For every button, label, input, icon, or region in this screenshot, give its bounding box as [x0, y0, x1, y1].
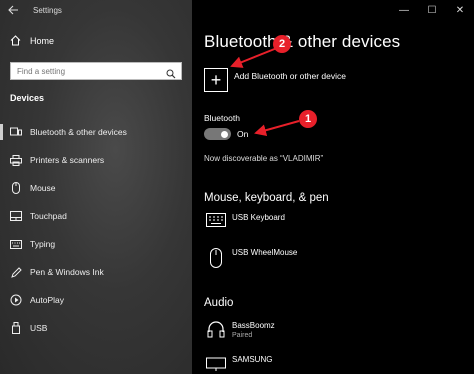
keyboard-icon [10, 238, 22, 250]
sidebar-item-label: AutoPlay [30, 295, 65, 305]
home-label: Home [30, 35, 55, 46]
device-item-mouse[interactable]: USB WheelMouse [204, 248, 297, 272]
sidebar-item-label: Mouse [30, 183, 56, 193]
device-item-keyboard[interactable]: USB Keyboard [204, 213, 285, 237]
window-controls: — ☐ ✕ [390, 0, 474, 20]
main-panel: — ☐ ✕ Bluetooth & other devices + Add Bl… [192, 0, 474, 374]
keyboard-icon [204, 213, 228, 237]
annotation-badge-1: 1 [299, 110, 317, 128]
sidebar-item-label: USB [30, 323, 48, 333]
sidebar-nav: Bluetooth & other devices Printers & sca… [0, 118, 192, 342]
sidebar-item-autoplay[interactable]: AutoPlay [0, 286, 192, 314]
mouse-icon [10, 182, 22, 194]
home-nav-item[interactable]: Home [10, 35, 54, 46]
device-status: Paired [232, 332, 253, 339]
autoplay-icon [10, 294, 22, 306]
sidebar-item-label: Pen & Windows Ink [30, 267, 104, 277]
pen-icon [10, 266, 22, 278]
discoverable-text: Now discoverable as “VLADIMIR” [204, 154, 324, 163]
search-box[interactable] [10, 62, 182, 80]
search-icon[interactable] [166, 66, 176, 79]
annotation-badge-2: 2 [273, 35, 291, 53]
sidebar-item-touchpad[interactable]: Touchpad [0, 202, 192, 230]
add-device-button[interactable]: + [204, 68, 228, 92]
sidebar-item-label: Bluetooth & other devices [30, 127, 127, 137]
sidebar-item-usb[interactable]: USB [0, 314, 192, 342]
sidebar-item-label: Typing [30, 239, 56, 249]
app-title: Settings [33, 5, 62, 15]
mouse-icon [204, 248, 228, 272]
sidebar-item-mouse[interactable]: Mouse [0, 174, 192, 202]
device-name: USB Keyboard [232, 213, 285, 222]
bluetooth-label: Bluetooth [204, 113, 240, 123]
toggle-knob [221, 130, 228, 138]
printer-icon [10, 154, 22, 166]
add-device-label[interactable]: Add Bluetooth or other device [234, 71, 346, 81]
sidebar-item-pen[interactable]: Pen & Windows Ink [0, 258, 192, 286]
minimize-button[interactable]: — [390, 0, 418, 20]
bluetooth-devices-icon [10, 126, 22, 138]
home-icon [10, 35, 22, 46]
page-title: Bluetooth & other devices [204, 32, 401, 51]
maximize-button[interactable]: ☐ [418, 0, 446, 20]
sidebar-section-label: Devices [10, 93, 45, 103]
device-item-monitor[interactable]: SAMSUNG [204, 355, 272, 374]
back-arrow-icon[interactable] [3, 0, 23, 20]
device-name: BassBoomz [232, 321, 275, 330]
close-button[interactable]: ✕ [446, 0, 474, 20]
sidebar-item-label: Touchpad [30, 211, 67, 221]
search-input[interactable] [17, 66, 162, 76]
sidebar-item-bluetooth[interactable]: Bluetooth & other devices [0, 118, 192, 146]
bluetooth-toggle[interactable] [204, 128, 231, 140]
device-name: USB WheelMouse [232, 248, 298, 257]
headphones-icon [204, 321, 228, 345]
sidebar-item-typing[interactable]: Typing [0, 230, 192, 258]
device-name: SAMSUNG [232, 355, 273, 364]
sidebar-item-printers[interactable]: Printers & scanners [0, 146, 192, 174]
monitor-icon [204, 355, 228, 374]
device-item-headphones[interactable]: BassBoomz Paired [204, 321, 275, 345]
bluetooth-state-label: On [237, 129, 249, 139]
group-title-input-devices: Mouse, keyboard, & pen [204, 192, 329, 204]
sidebar: Settings Home Devices Bluetooth & other … [0, 0, 192, 374]
touchpad-icon [10, 210, 22, 222]
sidebar-item-label: Printers & scanners [30, 155, 105, 165]
group-title-audio: Audio [204, 297, 234, 309]
plus-icon: + [210, 70, 222, 90]
title-bar: Settings [0, 0, 192, 20]
usb-icon [10, 322, 22, 334]
